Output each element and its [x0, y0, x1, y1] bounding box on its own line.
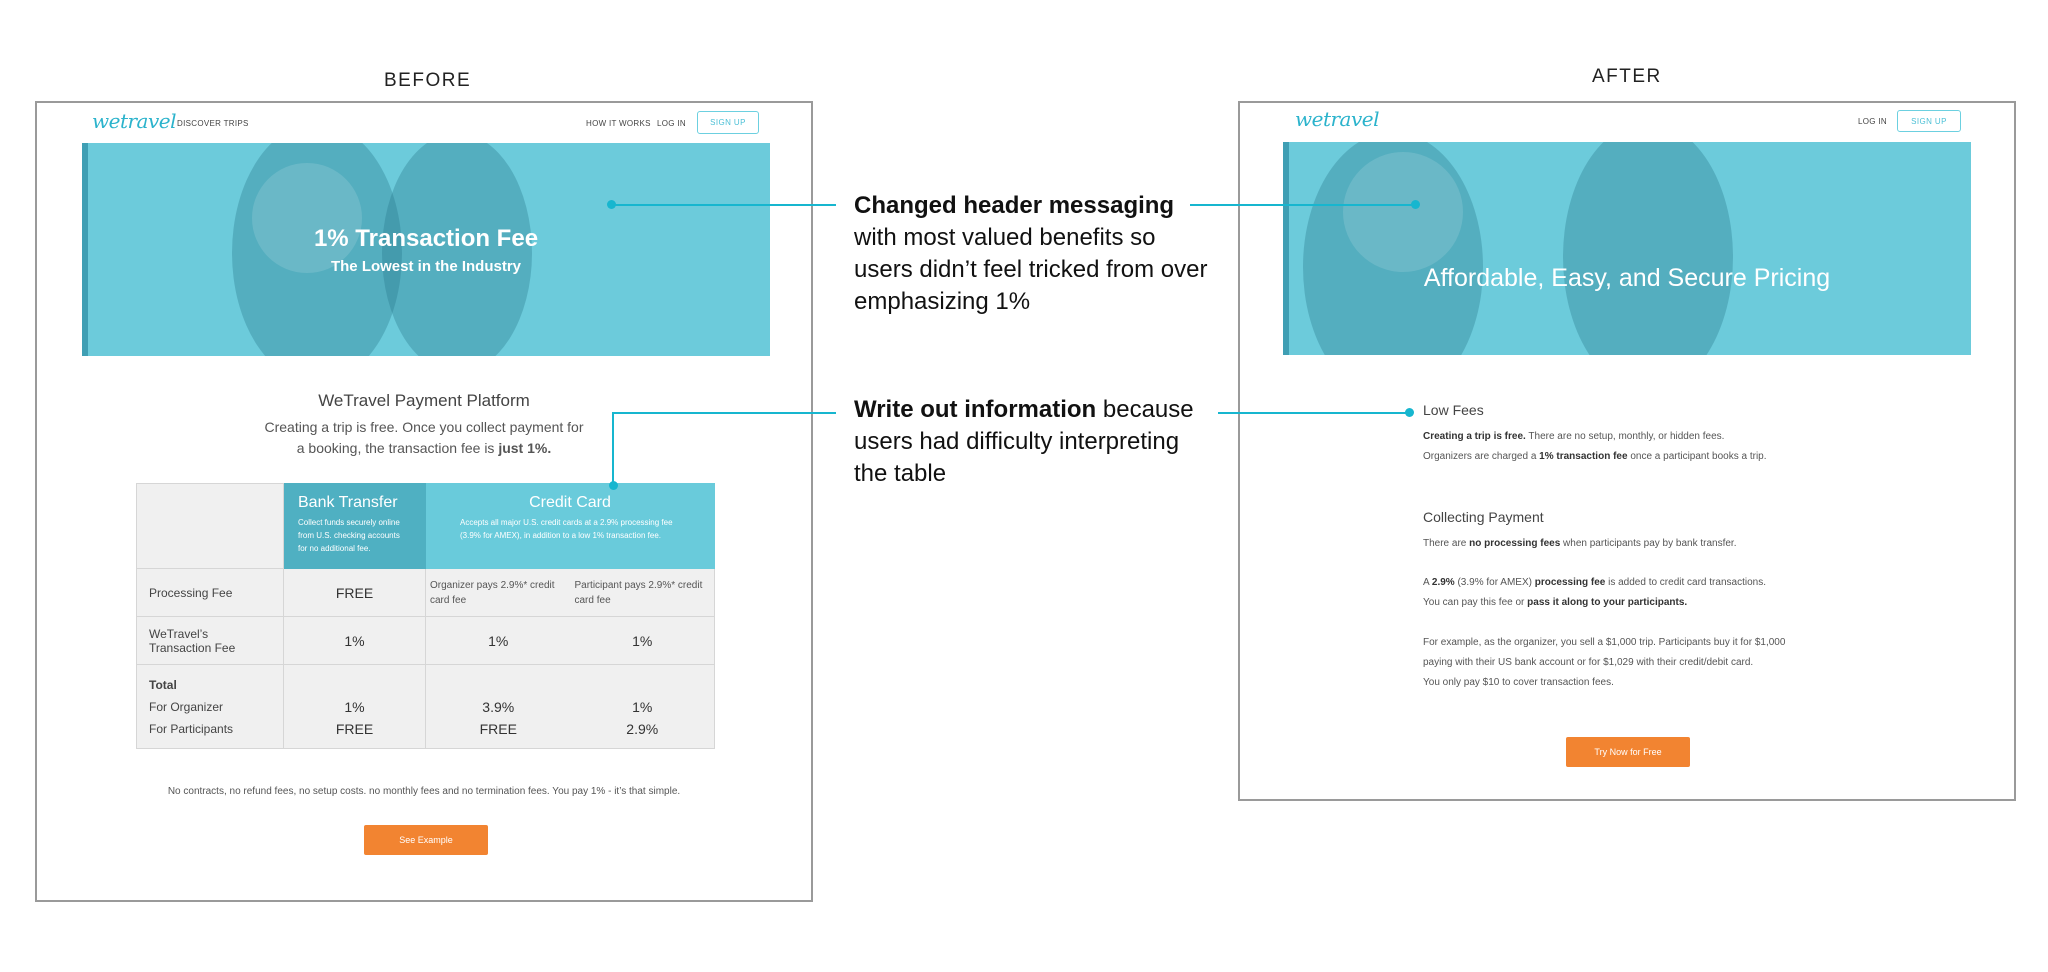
credit-card-header: Credit Card Accepts all major U.S. credi… — [425, 483, 715, 569]
hero-banner: 1% Transaction Fee The Lowest in the Ind… — [82, 143, 770, 356]
bank-transfer-header: Bank Transfer Collect funds securely onl… — [283, 483, 426, 569]
connector-table-right — [1218, 412, 1410, 414]
try-now-button[interactable]: Try Now for Free — [1566, 737, 1690, 767]
collecting-text-1: There are no processing fees when partic… — [1423, 538, 1737, 549]
table-corner — [136, 483, 284, 569]
collecting-example: For example, as the organizer, you sell … — [1423, 637, 1786, 688]
before-screenshot: wetravel DISCOVER TRIPS HOW IT WORKS LOG… — [35, 101, 813, 902]
wetravel-organizer: 1% — [425, 616, 571, 665]
nav-log-in[interactable]: LOG IN — [657, 119, 686, 128]
annotation-dot-header-after — [1411, 200, 1420, 209]
total-card-organizer: 3.9% FREE — [425, 664, 571, 749]
nav-discover-trips[interactable]: DISCOVER TRIPS — [177, 119, 249, 128]
wetravel-logo[interactable]: wetravel — [1295, 107, 1380, 131]
processing-organizer: Organizer pays 2.9%* credit card fee — [425, 568, 571, 617]
hero-title: 1% Transaction Fee — [313, 225, 539, 252]
connector-header-left — [611, 204, 836, 206]
wetravel-bank: 1% — [283, 616, 426, 665]
processing-participant: Participant pays 2.9%* credit card fee — [570, 568, 715, 617]
processing-fee-label: Processing Fee — [136, 568, 284, 617]
total-bank: 1% FREE — [283, 664, 426, 749]
before-label: BEFORE — [384, 70, 472, 91]
collecting-text-2: A 2.9% (3.9% for AMEX) processing fee is… — [1423, 577, 1766, 608]
wetravel-participant: 1% — [570, 616, 715, 665]
total-label-cell: Total For Organizer For Participants — [136, 664, 284, 749]
nav-how-it-works[interactable]: HOW IT WORKS — [586, 119, 651, 128]
after-screenshot: wetravel LOG IN SIGN UP Affordable, Easy… — [1238, 101, 2016, 801]
low-fees-title: Low Fees — [1423, 402, 1484, 418]
hero-title: Affordable, Easy, and Secure Pricing — [1423, 264, 1831, 292]
after-label: AFTER — [1592, 66, 1662, 87]
annotation-table: Write out information because users had … — [854, 396, 1194, 487]
hero-subtitle: The Lowest in the Industry — [330, 258, 521, 275]
processing-bank: FREE — [283, 568, 426, 617]
total-card-participant: 1% 2.9% — [570, 664, 715, 749]
fee-table: Bank Transfer Collect funds securely onl… — [136, 483, 715, 749]
connector-header-right — [1190, 204, 1415, 206]
annotation-dot-lowfees — [1405, 408, 1414, 417]
signup-button[interactable]: SIGN UP — [1897, 110, 1961, 132]
hero-banner: Affordable, Easy, and Secure Pricing — [1283, 142, 1971, 355]
low-fees-text: Creating a trip is free. There are no se… — [1423, 431, 1767, 462]
wetravel-fee-label: WeTravel’s Transaction Fee — [136, 616, 284, 665]
nav-log-in[interactable]: LOG IN — [1858, 117, 1887, 126]
connector-table-vertical — [612, 412, 614, 484]
see-example-button[interactable]: See Example — [364, 825, 488, 855]
footer-note: No contracts, no refund fees, no setup c… — [167, 786, 681, 797]
connector-table-left — [612, 412, 836, 414]
wetravel-logo[interactable]: wetravel — [92, 109, 177, 133]
signup-button[interactable]: SIGN UP — [697, 111, 759, 134]
collecting-payment-title: Collecting Payment — [1423, 509, 1544, 525]
annotation-header: Changed header messaging with most value… — [854, 192, 1208, 315]
platform-text: Creating a trip is free. Once you collec… — [264, 419, 584, 456]
platform-title: WeTravel Payment Platform — [318, 391, 530, 410]
